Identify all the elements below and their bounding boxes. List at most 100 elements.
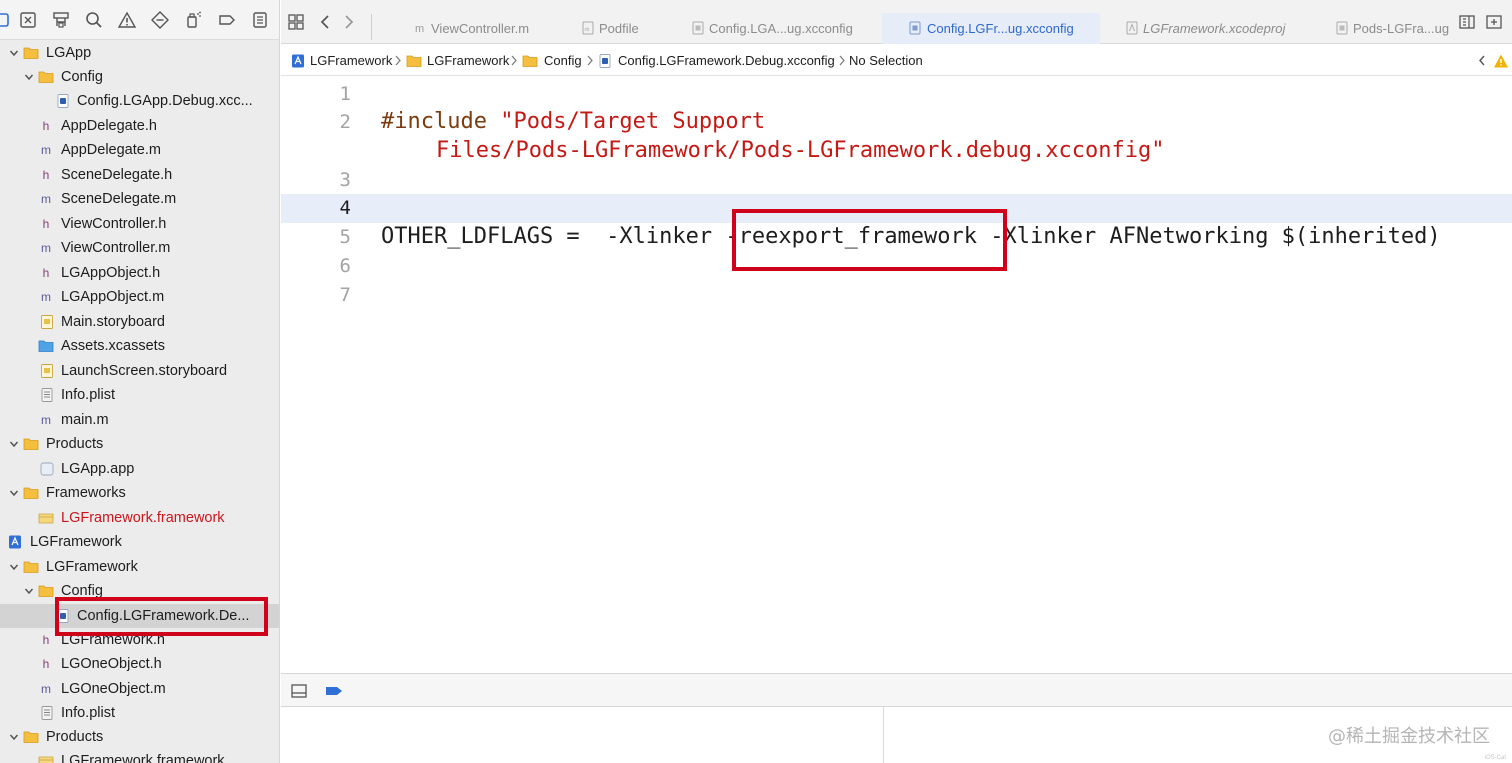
editor-options-icon[interactable] bbox=[1457, 12, 1477, 32]
add-editor-icon[interactable] bbox=[1484, 12, 1504, 32]
close-file-icon[interactable] bbox=[18, 10, 38, 30]
chevron-down-icon[interactable] bbox=[9, 732, 19, 742]
tree-item-viewcontroller-h[interactable]: h ViewController.h bbox=[0, 212, 279, 236]
tab-label: ViewController.m bbox=[431, 21, 530, 36]
tree-item-label: Products bbox=[46, 729, 104, 745]
annotation-highlight-code bbox=[732, 209, 1007, 271]
tree-item-label: ViewController.m bbox=[61, 240, 171, 256]
tree-item-config-lgapp-debug[interactable]: Config.LGApp.Debug.xcc... bbox=[0, 89, 279, 113]
tree-item-label: AppDelegate.h bbox=[61, 118, 157, 134]
variables-view[interactable] bbox=[281, 707, 884, 763]
chevron-down-icon[interactable] bbox=[9, 562, 19, 572]
project-icon bbox=[290, 53, 306, 69]
chevron-down-icon[interactable] bbox=[9, 48, 19, 58]
spray-icon[interactable] bbox=[184, 10, 204, 30]
sidebar-toggle-icon[interactable] bbox=[0, 10, 10, 30]
code-text: -Xlinker AFNetworking $(inherited) bbox=[977, 224, 1441, 249]
line-number: 3 bbox=[339, 169, 351, 191]
tree-item-info-plist[interactable]: Info.plist bbox=[0, 383, 279, 407]
breadcrumb-chevron-icon bbox=[394, 54, 402, 67]
header-file-icon: h bbox=[42, 633, 50, 647]
tree-item-appdelegate-m[interactable]: m AppDelegate.m bbox=[0, 138, 279, 162]
tree-item-lgapp-app[interactable]: LGApp.app bbox=[0, 457, 279, 481]
tree-item-scenedelegate-m[interactable]: m SceneDelegate.m bbox=[0, 187, 279, 211]
objc-file-icon: m bbox=[41, 290, 51, 304]
folder-icon bbox=[38, 69, 54, 85]
xcconfig-file-icon bbox=[1335, 21, 1349, 35]
code-text: OTHER_LDFLAGS = -Xlinker bbox=[381, 224, 726, 249]
tree-item-lgappobject-h[interactable]: h LGAppObject.h bbox=[0, 261, 279, 285]
breadcrumb-selection[interactable]: No Selection bbox=[849, 52, 923, 70]
tree-item-main-storyboard[interactable]: Main.storyboard bbox=[0, 310, 279, 334]
objc-file-icon: m bbox=[41, 241, 51, 255]
tree-item-label: AppDelegate.m bbox=[61, 142, 161, 158]
tab-config-lgframework[interactable]: Config.LGFr...ug.xcconfig bbox=[882, 13, 1100, 44]
storyboard-icon bbox=[39, 363, 55, 379]
report-icon[interactable] bbox=[250, 10, 270, 30]
breadcrumb-group[interactable]: LGFramework bbox=[427, 52, 509, 70]
header-file-icon: h bbox=[42, 168, 50, 182]
breakpoint-diamond-icon[interactable] bbox=[150, 10, 170, 30]
tree-item-lgoneobject-h[interactable]: h LGOneObject.h bbox=[0, 652, 279, 676]
hierarchy-icon[interactable] bbox=[51, 10, 71, 30]
tree-group-frameworks[interactable]: Frameworks bbox=[0, 481, 279, 505]
tree-item-label: SceneDelegate.m bbox=[61, 191, 177, 207]
plist-icon bbox=[39, 387, 55, 403]
breadcrumb-config[interactable]: Config bbox=[544, 52, 582, 70]
warning-icon[interactable] bbox=[1493, 53, 1509, 69]
tab-lgframework-xcodeproj[interactable]: LGFramework.xcodeproj bbox=[1113, 13, 1313, 43]
tree-item-main-m[interactable]: m main.m bbox=[0, 408, 279, 432]
tree-item-scenedelegate-h[interactable]: h SceneDelegate.h bbox=[0, 163, 279, 187]
search-icon[interactable] bbox=[84, 10, 104, 30]
tree-item-appdelegate-h[interactable]: h AppDelegate.h bbox=[0, 114, 279, 138]
tree-item-info-plist-framework[interactable]: Info.plist bbox=[0, 701, 279, 725]
chevron-down-icon[interactable] bbox=[24, 72, 34, 82]
xcconfig-file-icon bbox=[55, 93, 71, 109]
tree-group-products-framework[interactable]: Products bbox=[0, 725, 279, 749]
tree-item-label: Info.plist bbox=[61, 705, 115, 721]
tree-item-label: LGFramework.framework bbox=[61, 510, 225, 526]
tree-item-label: Main.storyboard bbox=[61, 314, 165, 330]
back-chevron-icon[interactable] bbox=[315, 12, 335, 32]
warning-icon[interactable] bbox=[117, 10, 137, 30]
tree-project-lgframework[interactable]: LGFramework bbox=[0, 530, 279, 554]
chevron-down-icon[interactable] bbox=[24, 586, 34, 596]
forward-chevron-icon[interactable] bbox=[339, 12, 359, 32]
hide-debug-area-icon[interactable] bbox=[290, 683, 308, 699]
header-file-icon: h bbox=[42, 657, 50, 671]
tree-group-lgframework[interactable]: LGFramework bbox=[0, 555, 279, 579]
tag-icon[interactable] bbox=[217, 10, 237, 30]
tab-label: Config.LGFr...ug.xcconfig bbox=[927, 21, 1074, 36]
tree-group-products[interactable]: Products bbox=[0, 432, 279, 456]
tree-item-lgoneobject-m[interactable]: m LGOneObject.m bbox=[0, 677, 279, 701]
tree-group-config[interactable]: Config bbox=[0, 65, 279, 89]
chevron-down-icon[interactable] bbox=[9, 439, 19, 449]
tree-item-assets[interactable]: Assets.xcassets bbox=[0, 334, 279, 358]
grid-icon[interactable] bbox=[286, 12, 306, 32]
navigator-toolbar bbox=[0, 0, 279, 40]
tree-item-lgappobject-m[interactable]: m LGAppObject.m bbox=[0, 285, 279, 309]
breadcrumb-project[interactable]: LGFramework bbox=[310, 52, 392, 70]
breakpoints-toggle-icon[interactable] bbox=[325, 683, 343, 699]
editor-tab-bar: m ViewController.m rb Podfile Config.LGA… bbox=[281, 0, 1512, 44]
xcconfig-file-icon bbox=[597, 53, 613, 69]
tree-group-lgapp[interactable]: LGApp bbox=[0, 41, 279, 65]
tree-item-lgframework-framework-missing[interactable]: LGFramework.framework bbox=[0, 506, 279, 530]
console-view[interactable]: @稀土掘金技术社区 iOS-Cat bbox=[885, 707, 1512, 763]
tree-item-lgframework-framework-product[interactable]: LGFramework.framework bbox=[0, 749, 279, 763]
tree-item-viewcontroller-m[interactable]: m ViewController.m bbox=[0, 236, 279, 260]
previous-issue-chevron-icon[interactable] bbox=[1478, 54, 1488, 67]
tab-config-lgapp[interactable]: Config.LGA...ug.xcconfig bbox=[679, 13, 879, 43]
tree-item-label: Config.LGApp.Debug.xcc... bbox=[77, 93, 253, 109]
breadcrumb-file[interactable]: Config.LGFramework.Debug.xcconfig bbox=[618, 52, 835, 70]
m-file-icon: m bbox=[413, 21, 427, 35]
tree-item-launchscreen[interactable]: LaunchScreen.storyboard bbox=[0, 359, 279, 383]
tree-item-label: Assets.xcassets bbox=[61, 338, 165, 354]
tab-podfile[interactable]: rb Podfile bbox=[569, 13, 679, 43]
tab-pods-lgframework[interactable]: Pods-LGFra...ug bbox=[1323, 13, 1453, 43]
source-editor[interactable]: 1 2 3 4 5 6 7 #include "Pods/Target Supp… bbox=[281, 77, 1512, 673]
chevron-down-icon[interactable] bbox=[9, 488, 19, 498]
rb-file-icon: rb bbox=[581, 21, 595, 35]
tab-viewcontroller-m[interactable]: m ViewController.m bbox=[401, 13, 561, 43]
line-number: 5 bbox=[339, 226, 351, 248]
